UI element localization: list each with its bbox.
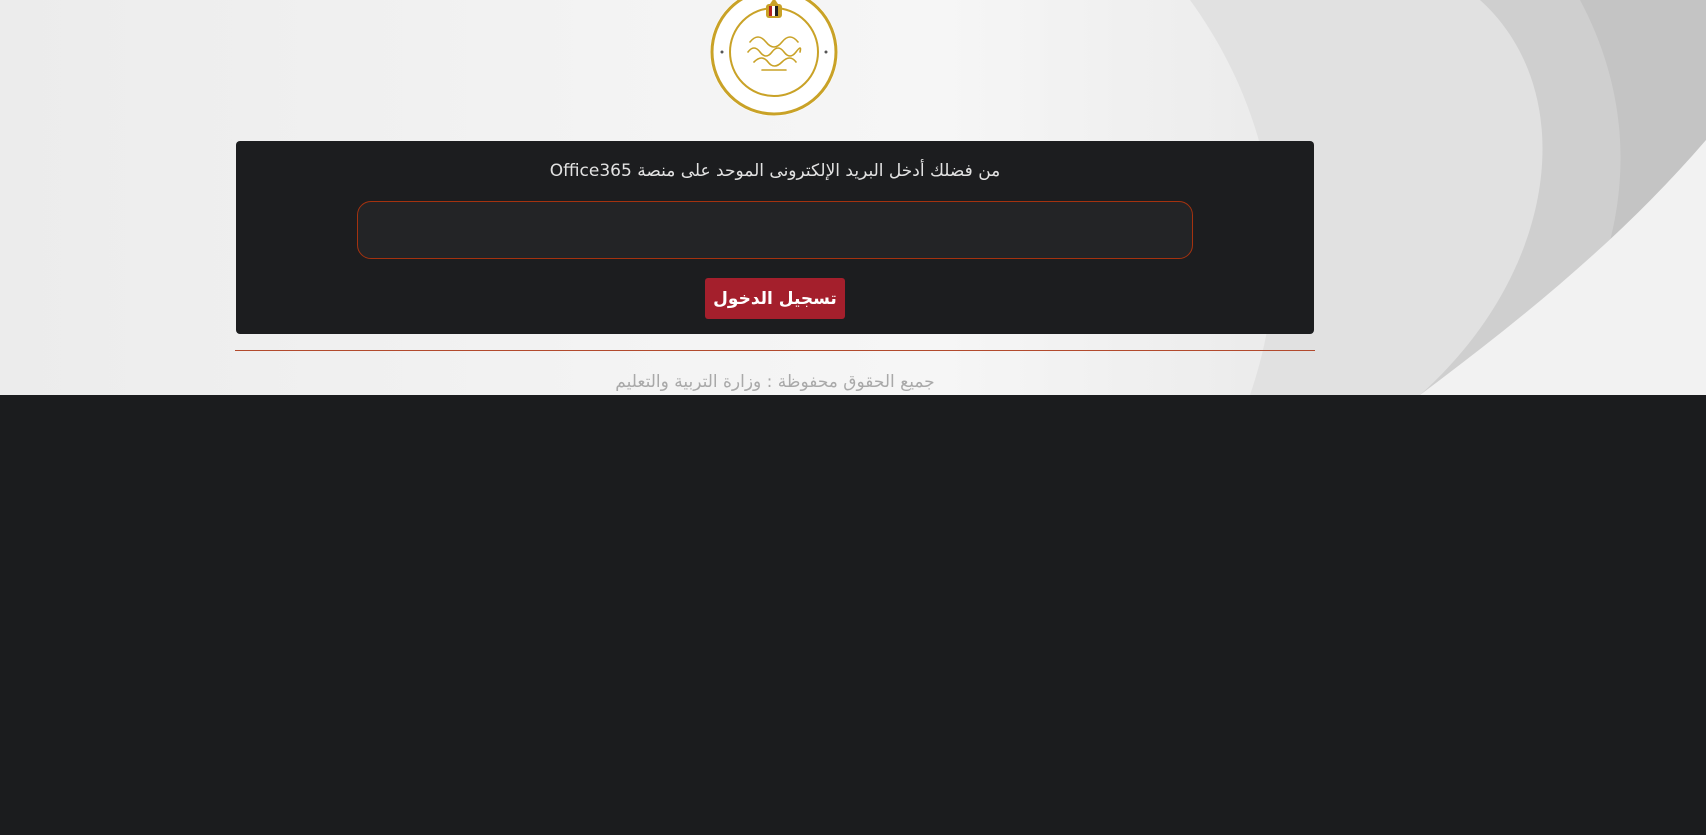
login-button[interactable]: تسجيل الدخول [705,278,845,319]
email-input[interactable] [357,201,1193,259]
footer-divider [235,350,1315,351]
copyright-text: جميع الحقوق محفوظة : وزارة التربية والتع… [615,372,935,392]
login-card: من فضلك أدخل البريد الإلكترونى الموحد عل… [236,141,1314,334]
ministry-logo [710,0,838,116]
email-prompt: من فضلك أدخل البريد الإلكترونى الموحد عل… [549,161,1001,181]
